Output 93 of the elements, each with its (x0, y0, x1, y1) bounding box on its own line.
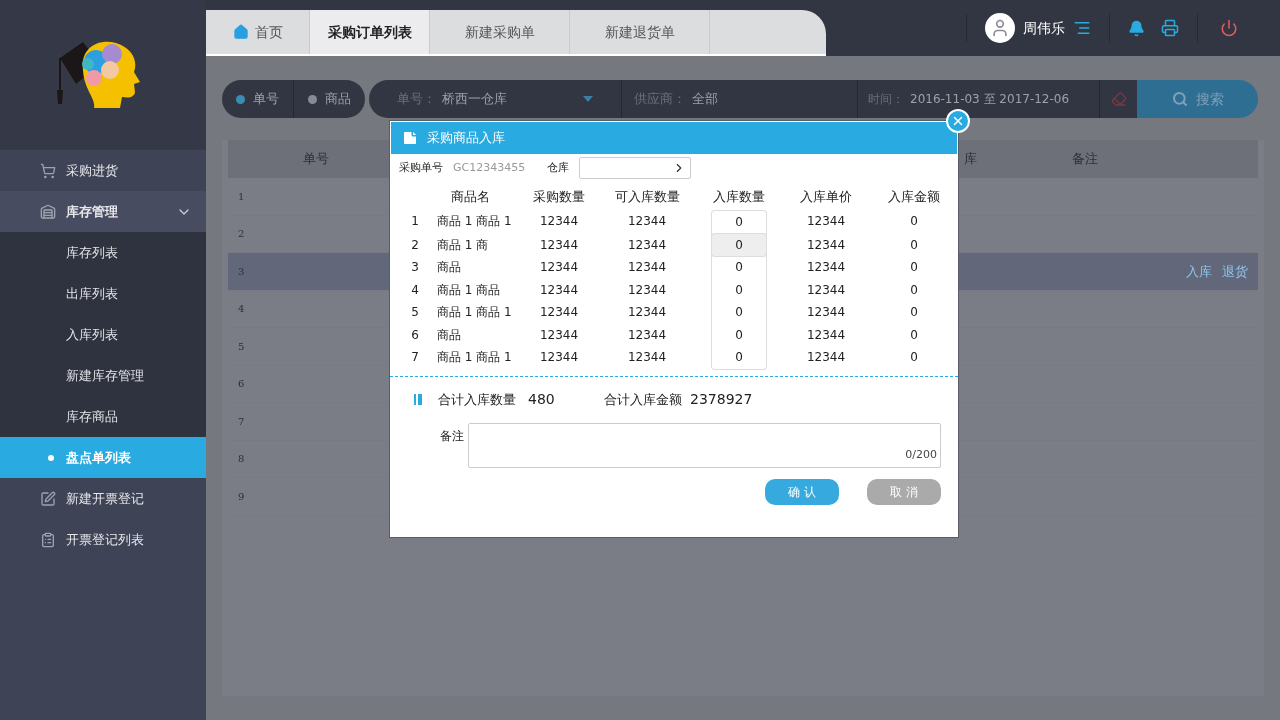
sidebar-subitem[interactable]: 库存商品 (0, 396, 206, 437)
quantity-input[interactable]: 0 (712, 301, 766, 324)
unit-price: 12344 (805, 259, 847, 276)
quantity-input[interactable]: 0 (712, 256, 766, 279)
total-quantity-label: 合计入库数量 (438, 390, 516, 409)
total-quantity: 480 (528, 390, 556, 409)
remark-textarea[interactable]: 0/200 (468, 422, 941, 468)
amount: 0 (909, 281, 919, 299)
available-quantity: 12344 (626, 349, 668, 366)
amount: 0 (909, 259, 919, 276)
available-quantity: 12344 (626, 326, 668, 344)
search-mode-radio[interactable]: 商品 (293, 80, 365, 118)
row-number: 8 (238, 452, 245, 467)
tab[interactable]: 新建采购单 (430, 10, 570, 54)
column-header: 商品名 (449, 188, 491, 207)
quantity-input[interactable]: 0 (712, 233, 766, 256)
purchase-quantity: 12344 (538, 326, 580, 344)
amount: 0 (909, 236, 919, 254)
amount: 0 (909, 304, 919, 321)
sidebar-subitem[interactable]: 出库列表 (0, 273, 206, 314)
purchase-quantity: 12344 (538, 236, 580, 254)
available-quantity: 12344 (626, 213, 668, 230)
product-name: 商品 1 商品 1 (436, 349, 513, 366)
sidebar-subitem[interactable]: 新建库存管理 (0, 355, 206, 396)
row-number: 7 (238, 414, 245, 429)
unit-price: 12344 (805, 349, 847, 366)
unit-price: 12344 (805, 236, 847, 254)
available-quantity: 12344 (626, 304, 668, 321)
row-number: 3 (238, 264, 245, 279)
column-header: 入库单价 (799, 188, 853, 207)
search-mode-radio[interactable]: 单号 (222, 80, 293, 118)
quantity-input[interactable]: 0 (712, 211, 766, 234)
order-label: 采购单号 (399, 159, 443, 176)
row-number: 5 (410, 304, 420, 321)
column-header: 入库金额 (887, 188, 941, 207)
amount: 0 (909, 326, 919, 344)
row-number: 2 (238, 227, 245, 242)
column-header: 库 (964, 150, 978, 169)
order-number: GC12343455 (453, 159, 526, 176)
dialog-title: 采购商品入库 (427, 129, 505, 148)
sidebar-item[interactable]: 库存管理 (0, 191, 206, 232)
user-name: 周伟乐 (1023, 18, 1065, 38)
sidebar-subitem[interactable]: 库存列表 (0, 232, 206, 273)
character-counter: 0/200 (905, 447, 937, 463)
available-quantity: 12344 (626, 236, 668, 254)
row-number: 4 (238, 302, 245, 317)
total-amount-label: 合计入库金额 (604, 390, 682, 409)
purchase-quantity: 12344 (538, 259, 580, 276)
row-number: 2 (410, 236, 420, 254)
column-header: 单号 (302, 150, 330, 169)
row-number: 1 (238, 189, 245, 204)
total-amount: 2378927 (690, 390, 753, 409)
sidebar-item[interactable]: 新建开票登记 (0, 478, 206, 519)
sidebar-item[interactable]: 开票登记列表 (0, 519, 206, 560)
sidebar-item[interactable]: 采购进货 (0, 150, 206, 191)
unit-price: 12344 (805, 326, 847, 344)
sidebar-subitem[interactable]: 入库列表 (0, 314, 206, 355)
row-number: 4 (410, 281, 420, 299)
tab[interactable]: 采购订单列表 (310, 10, 430, 54)
quantity-input[interactable]: 0 (712, 323, 766, 346)
amount: 0 (909, 349, 919, 366)
product-name: 商品 1 商 (436, 236, 490, 254)
quantity-input[interactable]: 0 (712, 278, 766, 301)
product-name: 商品 1 商品 (436, 281, 502, 299)
product-name: 商品 (436, 259, 462, 276)
row-number: 3 (410, 259, 420, 276)
row-number: 7 (410, 349, 420, 366)
row-number: 6 (238, 377, 245, 392)
row-number: 9 (238, 489, 245, 504)
row-number: 6 (410, 326, 420, 344)
purchase-quantity: 12344 (538, 304, 580, 321)
remark-label: 备注 (440, 427, 464, 445)
purchase-quantity: 12344 (538, 213, 580, 230)
amount: 0 (909, 213, 919, 230)
product-name: 商品 (436, 326, 462, 344)
column-header: 采购数量 (532, 188, 586, 207)
row-number: 5 (238, 339, 245, 354)
product-name: 商品 1 商品 1 (436, 213, 513, 230)
purchase-quantity: 12344 (538, 281, 580, 299)
column-header: 备注 (1072, 150, 1098, 169)
column-header: 入库数量 (712, 188, 766, 207)
warehouse-label: 仓库 (547, 159, 570, 176)
unit-price: 12344 (805, 213, 847, 230)
product-name: 商品 1 商品 1 (436, 304, 513, 321)
column-header: 可入库数量 (613, 188, 681, 207)
available-quantity: 12344 (626, 259, 668, 276)
row-number: 1 (410, 213, 420, 230)
unit-price: 12344 (805, 304, 847, 321)
purchase-quantity: 12344 (538, 349, 580, 366)
tab[interactable]: 新建退货单 (570, 10, 710, 54)
unit-price: 12344 (805, 281, 847, 299)
quantity-input[interactable]: 0 (712, 346, 766, 369)
available-quantity: 12344 (626, 281, 668, 299)
